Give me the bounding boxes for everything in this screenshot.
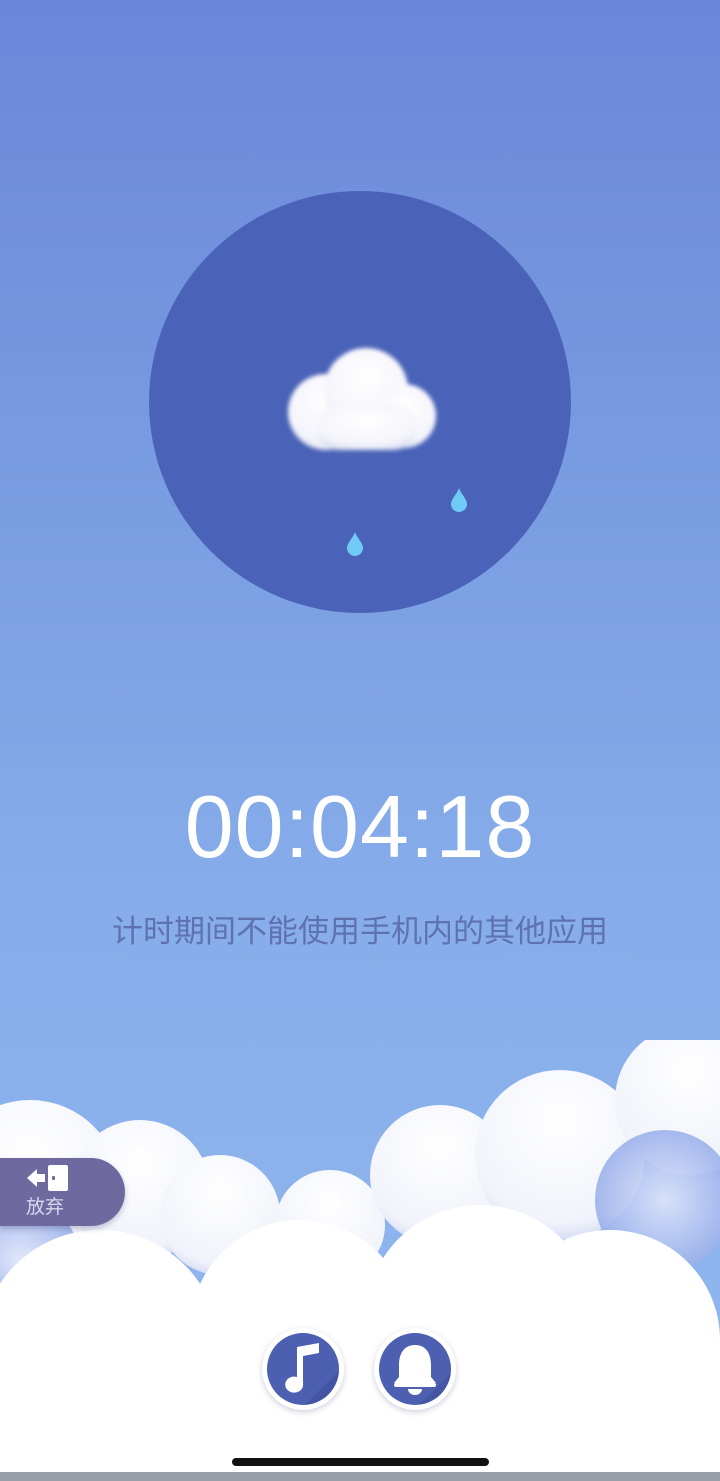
elapsed-timer: 00:04:18 [184, 777, 536, 876]
alarm-button[interactable] [374, 1328, 456, 1410]
exit-door-icon [27, 1165, 68, 1191]
bottom-edge [0, 1472, 720, 1481]
music-button[interactable] [262, 1328, 344, 1410]
focus-timer-screen: 00:04:18 计时期间不能使用手机内的其他应用 放弃 [0, 0, 720, 1481]
cloud-icon [288, 348, 436, 450]
raindrop-icon [347, 532, 363, 556]
bell-icon [394, 1345, 451, 1405]
music-note-icon [285, 1343, 339, 1405]
ground-clouds [0, 1040, 720, 1481]
give-up-button[interactable]: 放弃 [0, 1158, 125, 1226]
home-indicator[interactable] [232, 1458, 489, 1466]
give-up-label: 放弃 [26, 1196, 65, 1218]
focus-tip-text: 计时期间不能使用手机内的其他应用 [112, 914, 608, 950]
raindrop-icon [451, 488, 467, 512]
